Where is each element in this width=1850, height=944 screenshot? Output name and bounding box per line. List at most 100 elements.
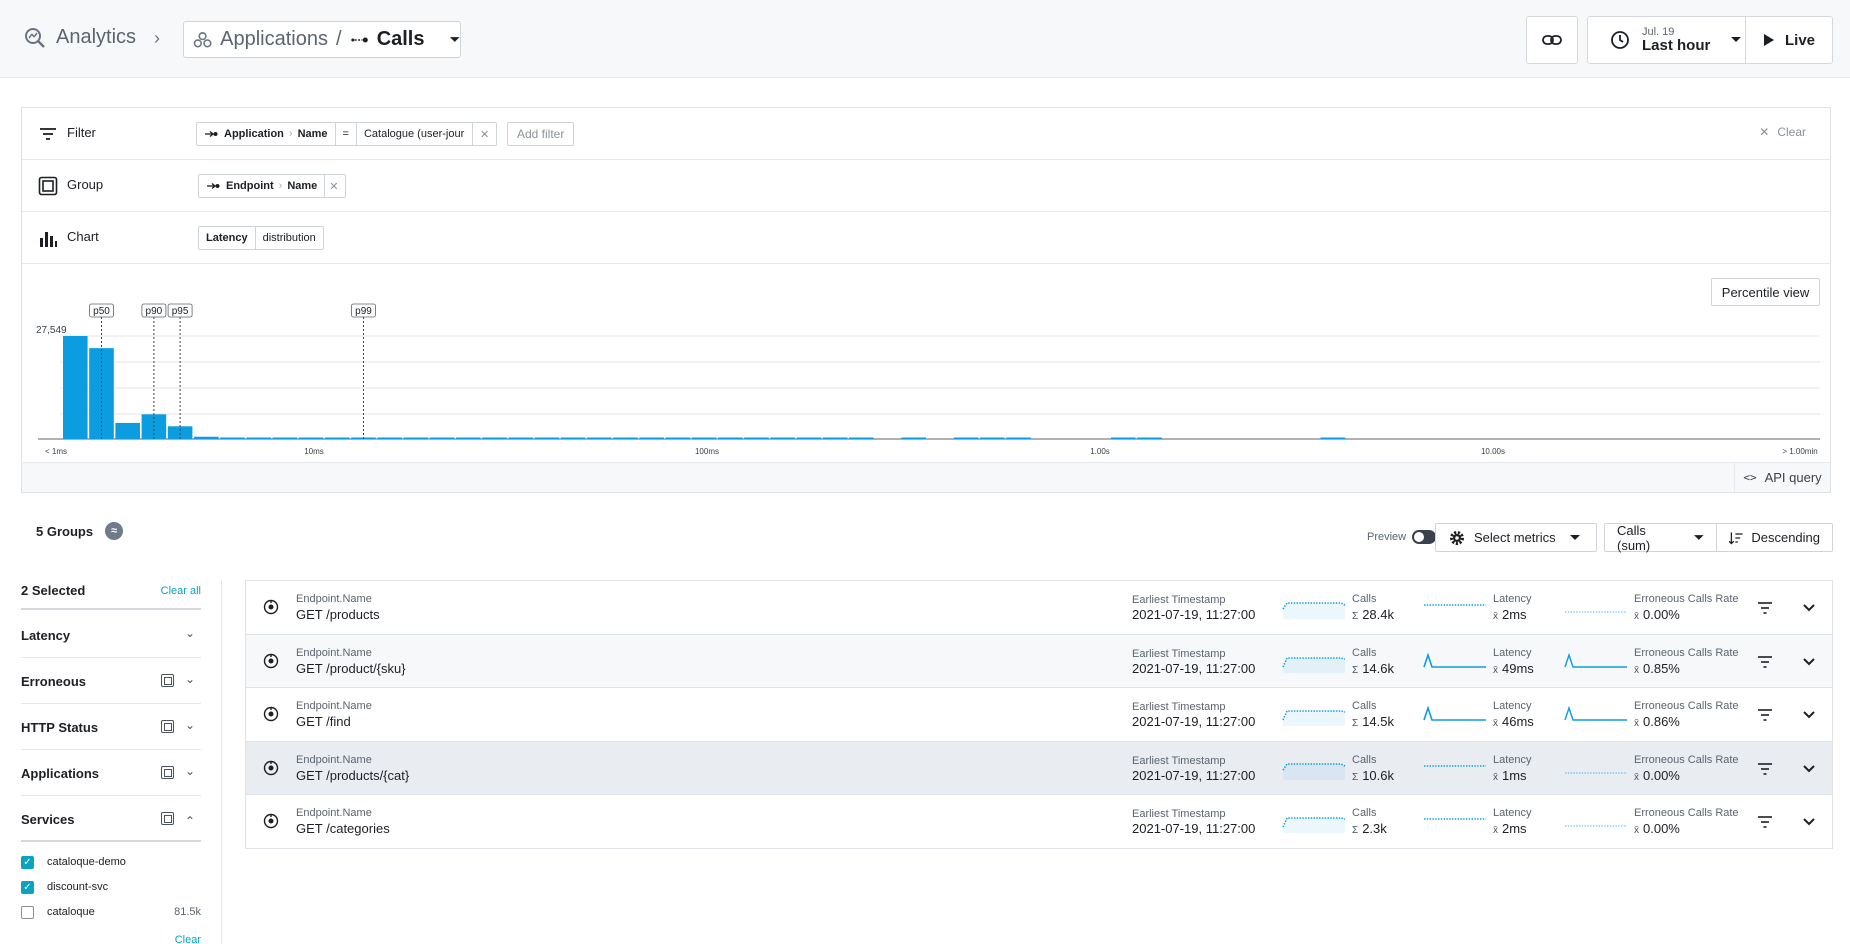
histogram-bar[interactable]	[796, 437, 822, 440]
remove-filter-icon[interactable]: ✕	[473, 123, 496, 145]
remove-group-icon[interactable]: ✕	[325, 175, 344, 197]
histogram-bar[interactable]	[377, 437, 402, 440]
filter-icon[interactable]	[1757, 762, 1773, 776]
checkbox-checked[interactable]: ✓	[21, 855, 34, 869]
histogram-bar[interactable]	[953, 437, 979, 440]
table-row[interactable]: Endpoint.Name GET /categories Earliest T…	[246, 795, 1832, 849]
histogram-bar[interactable]	[220, 437, 245, 440]
table-row[interactable]: Endpoint.Name GET /find Earliest Timesta…	[246, 688, 1832, 742]
sort-order-button[interactable]: Descending	[1716, 523, 1833, 552]
histogram-bar[interactable]	[613, 437, 638, 440]
checkbox-unchecked[interactable]	[21, 905, 34, 919]
breadcrumb-root-label: Analytics	[56, 26, 137, 48]
group-by-icon[interactable]	[161, 766, 174, 779]
add-filter-input[interactable]: Add filter	[507, 122, 575, 146]
mean-symbol: x̄	[1493, 771, 1498, 783]
histogram-bar[interactable]	[744, 437, 769, 440]
clear-services-link[interactable]: Clear	[175, 934, 201, 944]
copy-link-button[interactable]	[1526, 16, 1578, 64]
chart-type-selector[interactable]: Latency distribution	[198, 226, 324, 250]
filter-chip[interactable]: Application › Name = Catalogue (user-jou…	[196, 122, 498, 146]
percentile-label: p50	[93, 306, 110, 317]
calls-icon	[205, 131, 218, 137]
histogram-bar[interactable]	[691, 437, 717, 440]
histogram-bar[interactable]	[246, 437, 271, 440]
service-option[interactable]: ✓ discount-svc	[21, 876, 201, 898]
facet-http-status[interactable]: HTTP Status ⌄	[21, 704, 201, 750]
histogram-bar[interactable]	[822, 437, 848, 440]
histogram-bar[interactable]	[718, 437, 743, 440]
histogram-bar[interactable]	[325, 437, 350, 440]
histogram-bar[interactable]	[587, 437, 612, 440]
histogram-bar[interactable]	[665, 437, 691, 440]
service-option[interactable]: ✓ cataloque-demo	[21, 851, 201, 873]
group-chip[interactable]: Endpoint › Name ✕	[198, 174, 346, 198]
histogram-bar[interactable]	[272, 437, 298, 440]
histogram-bar[interactable]	[639, 437, 664, 440]
facet-services[interactable]: Services ⌃	[21, 796, 201, 842]
histogram-bar[interactable]	[1137, 437, 1162, 440]
group-label: Group	[67, 177, 104, 192]
chevron-down-icon[interactable]	[1802, 764, 1816, 774]
histogram-bar[interactable]	[63, 336, 88, 439]
histogram-bar[interactable]	[456, 437, 481, 440]
table-row[interactable]: Endpoint.Name GET /product/{sku} Earlies…	[246, 634, 1832, 689]
histogram-bar[interactable]	[849, 437, 874, 440]
chart-metric[interactable]: Latency	[199, 227, 256, 249]
histogram-bar[interactable]	[534, 437, 560, 440]
histogram-bar[interactable]	[115, 422, 140, 439]
sort-metric-select[interactable]: Calls (sum)	[1604, 522, 1717, 553]
table-row[interactable]: Endpoint.Name GET /products/{cat} Earlie…	[246, 741, 1832, 796]
filter-icon[interactable]	[1757, 655, 1773, 669]
chevron-down-icon[interactable]	[1802, 710, 1816, 720]
histogram-bar[interactable]	[429, 437, 455, 440]
histogram-bar[interactable]	[508, 437, 533, 440]
preview-toggle[interactable]: Preview	[1367, 530, 1437, 544]
select-metrics-button[interactable]: Select metrics	[1435, 523, 1597, 552]
facet-applications[interactable]: Applications ⌄	[21, 750, 201, 796]
checkbox-checked[interactable]: ✓	[21, 880, 34, 894]
histogram-bar[interactable]	[980, 437, 1005, 440]
histogram-bar[interactable]	[403, 437, 429, 440]
facet-latency[interactable]: Latency ⌄	[21, 612, 201, 658]
histogram-bar[interactable]	[901, 437, 926, 440]
histogram-bar[interactable]	[1006, 437, 1031, 440]
live-button[interactable]: Live	[1745, 16, 1833, 64]
histogram-bar[interactable]	[1111, 437, 1136, 440]
histogram-bar[interactable]	[770, 437, 795, 440]
histogram-bar[interactable]	[1320, 437, 1346, 440]
filter-icon[interactable]	[1757, 815, 1773, 829]
facet-erroneous[interactable]: Erroneous ⌄	[21, 658, 201, 704]
clear-filters-button[interactable]: ✕ Clear	[1759, 125, 1806, 139]
chevron-down-icon[interactable]	[1802, 657, 1816, 667]
facet-label: Erroneous	[21, 674, 87, 689]
group-by-icon[interactable]	[161, 812, 174, 825]
timestamp-label: Earliest Timestamp	[1132, 594, 1226, 606]
toggle-switch[interactable]	[1412, 530, 1437, 544]
table-row[interactable]: Endpoint.Name GET /products Earliest Tim…	[246, 581, 1832, 635]
sort-metric-label: Calls (sum)	[1617, 522, 1651, 553]
group-by-icon[interactable]	[161, 720, 174, 733]
chevron-down-icon[interactable]	[1802, 603, 1816, 613]
filter-icon[interactable]	[1757, 601, 1773, 615]
histogram-bar[interactable]	[560, 437, 586, 440]
time-range-text: Jul. 19 Last hour	[1642, 26, 1710, 55]
chevron-down-icon[interactable]	[1802, 817, 1816, 827]
service-option[interactable]: cataloque 81.5k	[21, 901, 201, 923]
histogram-bar[interactable]	[194, 436, 219, 439]
api-query-button[interactable]: <> API query	[1734, 463, 1830, 492]
filter-operator[interactable]: =	[336, 123, 357, 145]
applications-icon	[193, 31, 212, 47]
group-by-icon[interactable]	[161, 674, 174, 687]
context-selector[interactable]: Applications / Calls	[183, 21, 461, 58]
latency-value: x̄ 49ms	[1493, 661, 1534, 676]
group-value: GET /product/{sku}	[296, 660, 406, 676]
filter-icon[interactable]	[1757, 708, 1773, 722]
time-range-picker[interactable]: Jul. 19 Last hour	[1587, 16, 1746, 64]
clear-all-link[interactable]: Clear all	[161, 585, 201, 597]
histogram-bar[interactable]	[298, 437, 324, 440]
chart-mode[interactable]: distribution	[256, 227, 323, 249]
histogram-bar[interactable]	[482, 437, 507, 440]
filter-value[interactable]: Catalogue (user-jour	[357, 123, 473, 145]
breadcrumb-analytics[interactable]: Analytics	[24, 26, 136, 49]
